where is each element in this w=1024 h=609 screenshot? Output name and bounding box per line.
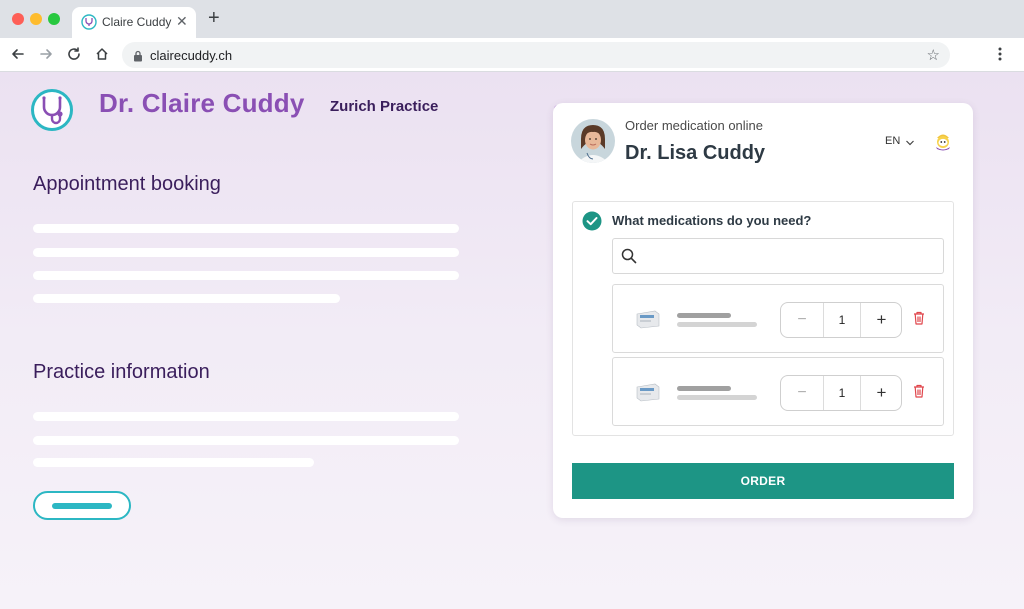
trash-icon[interactable]: [913, 384, 925, 403]
tab-title: Claire Cuddy: [102, 15, 172, 29]
lock-icon: [133, 49, 143, 67]
medication-search-input[interactable]: [612, 238, 944, 274]
medication-detail-placeholder: [677, 395, 757, 400]
placeholder-text-line: [33, 271, 459, 280]
close-window-button[interactable]: [12, 13, 24, 25]
language-selector[interactable]: EN: [885, 135, 900, 147]
placeholder-text-line: [33, 436, 459, 445]
quantity-value[interactable]: 1: [824, 376, 860, 410]
new-tab-icon[interactable]: +: [208, 8, 220, 28]
address-bar[interactable]: clairecuddy.ch ☆: [122, 42, 950, 68]
browser-tab-bar: Claire Cuddy ✕ +: [0, 0, 1024, 38]
trash-icon[interactable]: [913, 311, 925, 330]
quantity-stepper: − 1 +: [780, 302, 902, 338]
reload-icon[interactable]: [66, 46, 82, 67]
medication-item: − 1 +: [612, 284, 944, 353]
medication-name-placeholder: [677, 386, 731, 391]
chevron-down-icon[interactable]: [905, 135, 915, 153]
browser-toolbar: clairecuddy.ch ☆: [0, 38, 1024, 72]
medication-name-placeholder: [677, 313, 731, 318]
check-circle-icon: [582, 211, 602, 236]
stethoscope-favicon-icon: [81, 14, 97, 35]
close-tab-icon[interactable]: ✕: [176, 13, 188, 30]
practice-information-heading: Practice information: [33, 361, 210, 383]
bookmark-star-icon[interactable]: ☆: [927, 46, 940, 64]
medication-package-icon: [635, 309, 661, 334]
doctor-avatar: [571, 119, 615, 163]
doctor-name: Dr. Lisa Cuddy: [625, 142, 766, 164]
url-text: clairecuddy.ch: [150, 48, 233, 63]
outline-button[interactable]: [33, 491, 131, 520]
order-button[interactable]: ORDER: [572, 463, 954, 499]
minimize-window-button[interactable]: [30, 13, 42, 25]
medication-item: − 1 +: [612, 357, 944, 426]
stethoscope-logo-icon[interactable]: [30, 88, 74, 137]
medication-detail-placeholder: [677, 322, 757, 327]
increase-quantity-button[interactable]: +: [860, 376, 902, 410]
quantity-stepper: − 1 +: [780, 375, 902, 411]
medication-order-widget: Order medication online Dr. Lisa Cuddy E…: [553, 103, 973, 518]
home-icon[interactable]: [94, 46, 110, 67]
maximize-window-button[interactable]: [48, 13, 60, 25]
browser-tab[interactable]: Claire Cuddy ✕: [72, 7, 196, 38]
placeholder-text-line: [33, 248, 459, 257]
brand-name[interactable]: Dr. Claire Cuddy: [99, 88, 304, 119]
practice-location: Zurich Practice: [330, 98, 439, 115]
decrease-quantity-button[interactable]: −: [781, 303, 824, 337]
assistant-bot-icon[interactable]: [932, 130, 954, 157]
placeholder-text-line: [33, 294, 340, 303]
medication-package-icon: [635, 382, 661, 407]
medication-question: What medications do you need?: [612, 213, 812, 228]
placeholder-text-line: [33, 458, 314, 467]
quantity-value[interactable]: 1: [824, 303, 860, 337]
forward-arrow-icon[interactable]: [38, 46, 54, 67]
appointment-booking-heading: Appointment booking: [33, 173, 221, 195]
browser-menu-icon[interactable]: [998, 46, 1002, 67]
back-arrow-icon[interactable]: [10, 46, 26, 67]
medication-question-section: What medications do you need? − 1 + − 1 …: [572, 201, 954, 436]
placeholder-text-line: [33, 224, 459, 233]
widget-subtitle: Order medication online: [625, 118, 764, 133]
button-label-placeholder: [52, 503, 112, 509]
increase-quantity-button[interactable]: +: [860, 303, 902, 337]
search-icon: [621, 248, 637, 269]
placeholder-text-line: [33, 412, 459, 421]
decrease-quantity-button[interactable]: −: [781, 376, 824, 410]
